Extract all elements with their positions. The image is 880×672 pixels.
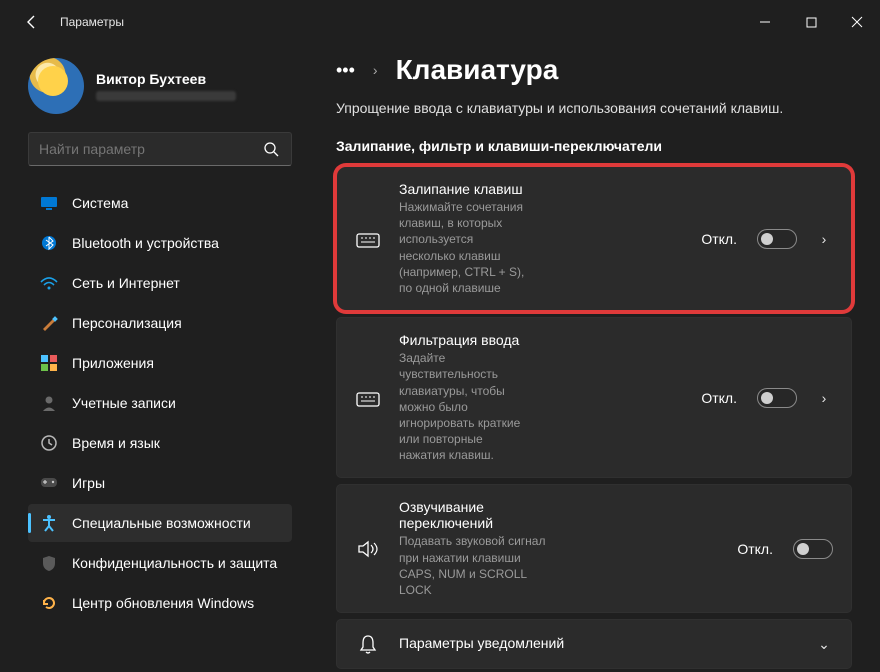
card-sticky-keys[interactable]: Залипание клавиш Нажимайте сочетания кла… [336,166,852,311]
nav-label: Время и язык [72,435,160,451]
maximize-icon [806,17,817,28]
nav-label: Центр обновления Windows [72,595,254,611]
card-desc: Подавать звуковой сигнал при нажатии кла… [399,533,550,598]
sidebar-item-accounts[interactable]: Учетные записи [28,384,292,422]
nav-label: Игры [72,475,105,491]
bluetooth-icon [40,234,58,252]
accessibility-icon [40,514,58,532]
sidebar-item-time[interactable]: Время и язык [28,424,292,462]
minimize-button[interactable] [742,0,788,44]
breadcrumb-more[interactable]: ••• [336,60,355,81]
sidebar-item-privacy[interactable]: Конфиденциальность и защита [28,544,292,582]
toggle-keys-toggle[interactable] [793,539,833,559]
profile-name: Виктор Бухтеев [96,71,236,87]
nav-label: Приложения [72,355,154,371]
window-title: Параметры [60,15,124,29]
nav-label: Система [72,195,128,211]
toggle-state: Откл. [737,541,773,557]
brush-icon [40,314,58,332]
toggle-state: Откл. [701,390,737,406]
content: ••• › Клавиатура Упрощение ввода с клави… [302,44,880,672]
sidebar-item-personalization[interactable]: Персонализация [28,304,292,342]
card-desc: Задайте чувствительность клавиатуры, что… [399,350,532,463]
section-heading-sticky: Залипание, фильтр и клавиши-переключател… [336,138,852,154]
card-title: Фильтрация ввода [399,332,532,348]
chevron-right-icon: › [373,62,378,78]
bell-icon [355,634,381,654]
sticky-keys-toggle[interactable] [757,229,797,249]
window-controls [742,0,880,44]
nav-label: Персонализация [72,315,182,331]
card-toggle-keys[interactable]: Озвучивание переключений Подавать звуков… [336,484,852,613]
card-filter-keys[interactable]: Фильтрация ввода Задайте чувствительност… [336,317,852,478]
chevron-right-icon: › [815,231,833,247]
avatar [28,58,84,114]
minimize-icon [759,16,771,28]
card-title: Залипание клавиш [399,181,532,197]
sidebar: Виктор Бухтеев Система Bluetooth и устро… [0,44,302,672]
sidebar-item-update[interactable]: Центр обновления Windows [28,584,292,622]
wifi-icon [40,274,58,292]
sidebar-item-accessibility[interactable]: Специальные возможности [28,504,292,542]
filter-keys-toggle[interactable] [757,388,797,408]
monitor-icon [40,194,58,212]
sidebar-item-system[interactable]: Система [28,184,292,222]
shield-icon [40,554,58,572]
card-notifications[interactable]: Параметры уведомлений ⌄ [336,619,852,669]
toggle-state: Откл. [701,231,737,247]
page-title: Клавиатура [396,54,559,86]
nav-label: Bluetooth и устройства [72,235,219,251]
titlebar: Параметры [0,0,880,44]
arrow-left-icon [24,14,40,30]
card-title: Озвучивание переключений [399,499,550,531]
search-input[interactable] [39,141,263,157]
nav-list: Система Bluetooth и устройства Сеть и Ин… [28,184,292,622]
card-title: Параметры уведомлений [399,635,589,651]
nav-label: Конфиденциальность и защита [72,555,277,571]
search-box[interactable] [28,132,292,166]
person-icon [40,394,58,412]
back-button[interactable] [16,6,48,38]
search-icon [263,141,281,157]
keyboard-filter-icon [355,389,381,407]
sidebar-item-games[interactable]: Игры [28,464,292,502]
apps-icon [40,354,58,372]
nav-label: Учетные записи [72,395,176,411]
close-icon [851,16,863,28]
nav-label: Сеть и Интернет [72,275,180,291]
close-button[interactable] [834,0,880,44]
sound-icon [355,540,381,558]
clock-icon [40,434,58,452]
update-icon [40,594,58,612]
breadcrumb: ••• › Клавиатура [336,54,852,86]
maximize-button[interactable] [788,0,834,44]
card-desc: Нажимайте сочетания клавиш, в которых ис… [399,199,532,296]
game-icon [40,474,58,492]
profile-email-redacted [96,91,236,101]
sidebar-item-bluetooth[interactable]: Bluetooth и устройства [28,224,292,262]
profile-button[interactable]: Виктор Бухтеев [28,58,292,114]
keyboard-icon [355,230,381,248]
chevron-right-icon: › [815,390,833,406]
chevron-down-icon: ⌄ [815,636,833,653]
nav-label: Специальные возможности [72,515,251,531]
page-subtitle: Упрощение ввода с клавиатуры и использов… [336,100,852,116]
sidebar-item-apps[interactable]: Приложения [28,344,292,382]
sidebar-item-network[interactable]: Сеть и Интернет [28,264,292,302]
